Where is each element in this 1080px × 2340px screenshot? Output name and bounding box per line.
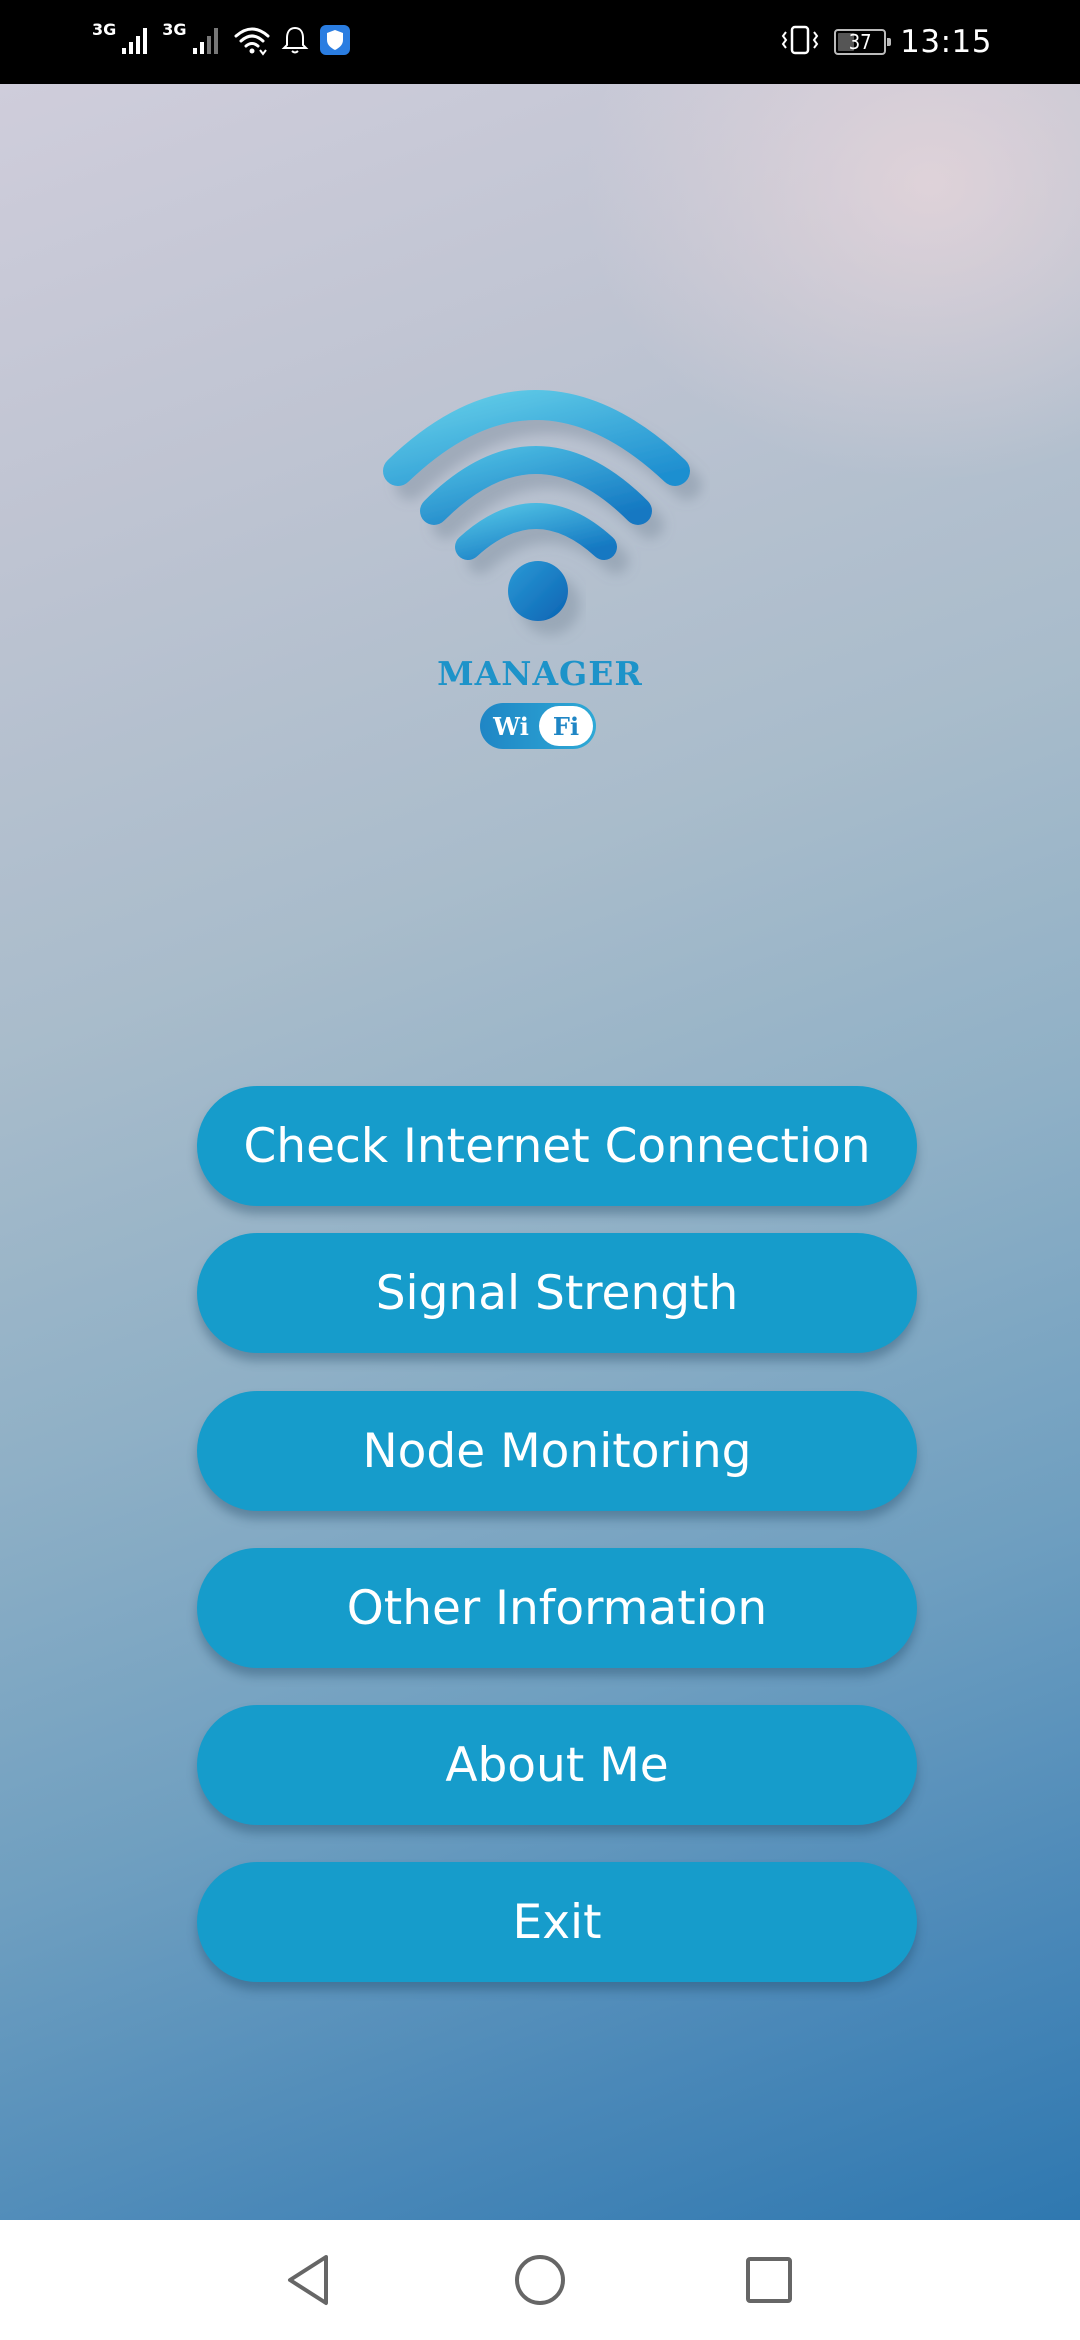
node-monitoring-button[interactable]: Node Monitoring (197, 1391, 917, 1511)
vibrate-icon (780, 24, 820, 60)
wifi-manager-logo: MANAGER Wi Fi (370, 299, 720, 759)
status-bar-left: 3G 3G (92, 0, 351, 84)
home-icon (515, 2255, 565, 2305)
home-button[interactable] (510, 2250, 570, 2310)
check-internet-connection-button[interactable]: Check Internet Connection (197, 1086, 917, 1206)
recents-button[interactable] (739, 2250, 799, 2310)
shield-icon (319, 24, 351, 60)
wifi-logo-icon (383, 390, 690, 621)
status-bar: 3G 3G 37 13:15 (0, 0, 1080, 84)
bell-icon (281, 24, 309, 60)
about-me-button[interactable]: About Me (197, 1705, 917, 1825)
other-information-button[interactable]: Other Information (197, 1548, 917, 1668)
wifi-badge-right: Fi (539, 706, 593, 746)
main-content: MANAGER Wi Fi Check Internet Connection … (0, 84, 1080, 2220)
signal-icon (120, 24, 152, 60)
wifi-badge: Wi Fi (480, 703, 596, 749)
status-bar-right: 37 13:15 (780, 0, 992, 84)
signal-icon (191, 24, 223, 60)
app-screen: 3G 3G 37 13:15 MANAGER Wi Fi Check Inter… (0, 0, 1080, 2340)
logo-title: MANAGER (437, 654, 643, 693)
battery-level: 37 (848, 30, 872, 54)
signal-strength-button[interactable]: Signal Strength (197, 1233, 917, 1353)
battery-icon: 37 (834, 29, 892, 55)
network-type-label: 3G (92, 20, 117, 39)
navigation-bar (0, 2220, 1080, 2340)
wifi-badge-left: Wi (493, 711, 529, 741)
wifi-icon (233, 24, 271, 60)
back-icon (288, 2255, 328, 2305)
recents-icon (746, 2257, 792, 2303)
clock: 13:15 (900, 24, 992, 60)
network-type-label: 3G (162, 20, 187, 39)
back-button[interactable] (279, 2250, 339, 2310)
exit-button[interactable]: Exit (197, 1862, 917, 1982)
